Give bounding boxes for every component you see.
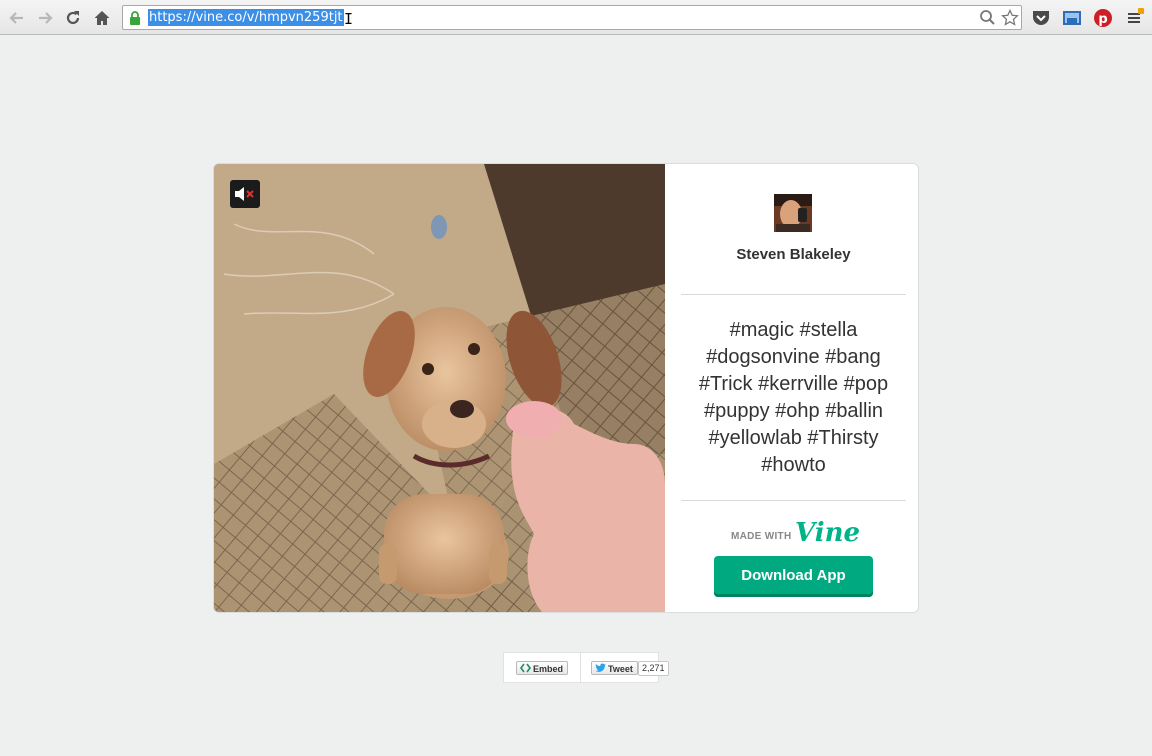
vine-card: Steven Blakeley #magic #stella #dogsonvi… [213,163,919,613]
divider [681,294,906,295]
screenshot-icon[interactable] [1061,7,1083,29]
embed-button[interactable]: Embed [516,661,569,677]
search-icon[interactable] [979,9,996,31]
video-frame-image [214,164,665,612]
author-name[interactable]: Steven Blakeley [665,246,918,263]
embed-label: Embed [533,664,564,674]
share-bar: Embed Tweet 2,271 [503,652,669,683]
back-arrow-icon[interactable] [6,7,28,29]
pinterest-icon[interactable]: p [1092,7,1114,29]
divider [580,653,581,682]
video-player[interactable] [214,164,665,612]
svg-text:p: p [1098,12,1107,27]
home-icon[interactable] [91,7,113,29]
text-cursor-icon: I [344,10,354,28]
avatar[interactable] [774,194,812,232]
reload-icon[interactable] [62,7,84,29]
download-app-button[interactable]: Download App [714,556,873,597]
post-sidebar: Steven Blakeley #magic #stella #dogsonvi… [665,164,918,612]
star-icon[interactable] [1001,8,1019,32]
url-text[interactable]: https://vine.co/v/hmpvn259tjt [148,9,344,26]
post-description: #magic #stella #dogsonvine #bang #Trick … [698,319,889,476]
menu-icon[interactable] [1123,7,1145,29]
pocket-icon[interactable] [1030,7,1052,29]
mute-icon [235,187,254,201]
tweet-label: Tweet [608,664,633,674]
code-icon [520,663,531,677]
browser-toolbar: https://vine.co/v/hmpvn259tjt I p [0,0,1152,35]
tweet-count: 2,271 [638,661,669,676]
twitter-bird-icon [595,663,606,677]
mute-toggle-button[interactable] [230,180,260,208]
divider [681,500,906,501]
lock-icon [129,11,141,30]
vine-logo[interactable]: Vine [795,518,860,548]
tweet-button[interactable]: Tweet [591,661,638,675]
made-with-label: MADE WITH [731,531,792,542]
forward-arrow-icon[interactable] [34,7,56,29]
address-bar[interactable]: https://vine.co/v/hmpvn259tjt I [122,5,1022,30]
